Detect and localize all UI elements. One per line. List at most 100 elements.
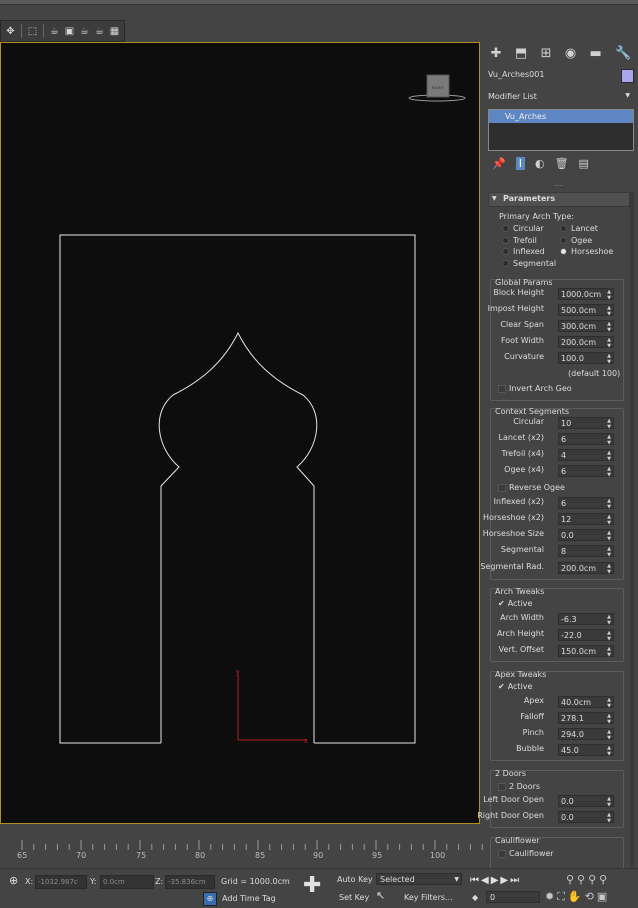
cauliflower-checkbox[interactable]: Cauliflower bbox=[498, 849, 554, 858]
key-icon[interactable]: ↖ bbox=[376, 889, 385, 902]
param-spinner[interactable]: 45.0 ▲ ▼ bbox=[558, 744, 614, 757]
spinner-arrows-icon[interactable]: ▲ ▼ bbox=[607, 812, 611, 824]
key-filters-button[interactable]: Key Filters... bbox=[404, 893, 453, 902]
param-spinner[interactable]: 500.0cm ▲ ▼ bbox=[558, 304, 614, 317]
z-coordinate-field[interactable]: -35.836cm bbox=[165, 875, 215, 889]
add-time-tag-button[interactable]: Add Time Tag bbox=[222, 894, 276, 903]
param-spinner[interactable]: 1000.0cm ▲ ▼ bbox=[558, 288, 614, 301]
spinner-arrows-icon[interactable]: ▲ ▼ bbox=[607, 321, 611, 333]
move-icon[interactable]: ✥ bbox=[4, 25, 17, 38]
two-doors-checkbox[interactable]: 2 Doors bbox=[498, 782, 540, 791]
param-spinner[interactable]: 0.0 ▲ ▼ bbox=[558, 795, 614, 808]
parameters-rollout-header[interactable]: ▼ Parameters bbox=[488, 192, 630, 207]
render-icon[interactable]: ☕ bbox=[78, 25, 91, 38]
param-spinner[interactable]: 4 ▲ ▼ bbox=[558, 449, 614, 462]
spinner-arrows-icon[interactable]: ▲ ▼ bbox=[607, 530, 611, 542]
zoom-icon[interactable]: ⚲⚲⚲⚲ bbox=[566, 873, 610, 886]
radio-inflexed[interactable]: Inflexed bbox=[502, 247, 545, 256]
invert-arch-geo-checkbox[interactable]: Invert Arch Geo bbox=[498, 384, 572, 393]
param-spinner[interactable]: 150.0cm ▲ ▼ bbox=[558, 645, 614, 658]
radio-lancet[interactable]: Lancet bbox=[560, 224, 598, 233]
spinner-arrows-icon[interactable]: ▲ ▼ bbox=[607, 466, 611, 478]
radio-circular[interactable]: Circular bbox=[502, 224, 544, 233]
param-spinner[interactable]: 300.0cm ▲ ▼ bbox=[558, 320, 614, 333]
hierarchy-tab-icon[interactable]: ⊞ bbox=[541, 46, 552, 61]
teapot-icon[interactable]: ☕ bbox=[48, 25, 61, 38]
spinner-arrows-icon[interactable]: ▲ ▼ bbox=[607, 305, 611, 317]
param-spinner[interactable]: 200.0cm ▲ ▼ bbox=[558, 336, 614, 349]
orbit-icon[interactable]: ✹⛶✋⟲▣ bbox=[545, 890, 610, 904]
param-spinner[interactable]: 12 ▲ ▼ bbox=[558, 513, 614, 526]
auto-key-button[interactable]: Auto Key bbox=[337, 875, 373, 884]
spinner-arrows-icon[interactable]: ▲ ▼ bbox=[607, 697, 611, 709]
param-spinner[interactable]: 6 ▲ ▼ bbox=[558, 497, 614, 510]
spinner-arrows-icon[interactable]: ▲ ▼ bbox=[607, 630, 611, 642]
param-spinner[interactable]: -6.3 ▲ ▼ bbox=[558, 613, 614, 626]
radio-ogee[interactable]: Ogee bbox=[560, 236, 592, 245]
spinner-arrows-icon[interactable]: ▲ ▼ bbox=[607, 353, 611, 365]
spinner-arrows-icon[interactable]: ▲ ▼ bbox=[607, 546, 611, 558]
utilities-tab-icon[interactable]: 🔧 bbox=[615, 46, 631, 61]
spinner-arrows-icon[interactable]: ▲ ▼ bbox=[607, 434, 611, 446]
grid-icon[interactable]: ▦ bbox=[108, 25, 121, 38]
radio-segmental[interactable]: Segmental bbox=[502, 259, 556, 268]
spinner-arrows-icon[interactable]: ▲ ▼ bbox=[607, 418, 611, 430]
param-spinner[interactable]: -22.0 ▲ ▼ bbox=[558, 629, 614, 642]
spinner-arrows-icon[interactable]: ▲ ▼ bbox=[607, 796, 611, 808]
arch-tweaks-active-checkbox[interactable]: ✔ Active bbox=[498, 599, 532, 608]
spinner-arrows-icon[interactable]: ▲ ▼ bbox=[607, 563, 611, 575]
param-spinner[interactable]: 294.0 ▲ ▼ bbox=[558, 728, 614, 741]
time-tag-icon[interactable]: ⊕ bbox=[203, 892, 217, 906]
configure-sets-icon[interactable]: ▤ bbox=[579, 157, 589, 170]
panel-drag-handle[interactable]: ..... bbox=[554, 181, 564, 188]
remove-modifier-icon[interactable]: 🗑 bbox=[555, 157, 569, 170]
spinner-arrows-icon[interactable]: ▲ ▼ bbox=[607, 745, 611, 757]
modifier-list-dropdown[interactable]: Modifier List ▼ bbox=[488, 92, 632, 104]
show-end-result-icon[interactable]: I bbox=[515, 157, 525, 170]
param-spinner[interactable]: 40.0cm ▲ ▼ bbox=[558, 696, 614, 709]
param-spinner[interactable]: 278.1 ▲ ▼ bbox=[558, 712, 614, 725]
y-coordinate-field[interactable]: 0.0cm bbox=[100, 875, 154, 889]
pin-stack-icon[interactable]: 📌 bbox=[492, 157, 506, 170]
time-ruler[interactable]: 65 70 75 80 85 90 95 100 bbox=[0, 826, 484, 868]
spinner-arrows-icon[interactable]: ▲ ▼ bbox=[607, 614, 611, 626]
render-active-icon[interactable]: ☕ bbox=[93, 25, 106, 38]
spinner-arrows-icon[interactable]: ▲ ▼ bbox=[607, 337, 611, 349]
motion-tab-icon[interactable]: ◉ bbox=[565, 46, 576, 61]
modifier-stack-item[interactable]: Vu_Arches bbox=[489, 110, 633, 123]
selection-set-dropdown[interactable]: Selected ▼ bbox=[376, 873, 462, 885]
display-tab-icon[interactable]: ▬ bbox=[590, 46, 602, 61]
spinner-arrows-icon[interactable]: ▲ ▼ bbox=[607, 289, 611, 301]
render-frame-icon[interactable]: ▣ bbox=[63, 25, 76, 38]
spinner-arrows-icon[interactable]: ▲ ▼ bbox=[607, 514, 611, 526]
key-mode-plus-icon[interactable]: ✚ bbox=[303, 875, 321, 897]
object-color-swatch[interactable] bbox=[621, 69, 634, 83]
radio-trefoil[interactable]: Trefoil bbox=[502, 236, 537, 245]
object-name-field[interactable]: Vu_Arches001 bbox=[488, 70, 616, 82]
playback-controls[interactable]: ⏮◀▶▶⏭ bbox=[470, 875, 521, 886]
set-key-button[interactable]: Set Key bbox=[339, 893, 369, 902]
panel-scrollbar[interactable] bbox=[630, 192, 634, 868]
reverse-ogee-checkbox[interactable]: Reverse Ogee bbox=[498, 483, 565, 492]
param-spinner[interactable]: 6 ▲ ▼ bbox=[558, 465, 614, 478]
current-frame-field[interactable]: 0 bbox=[486, 891, 540, 903]
spinner-arrows-icon[interactable]: ▲ ▼ bbox=[607, 498, 611, 510]
create-tab-icon[interactable]: ✚ bbox=[491, 46, 502, 61]
param-spinner[interactable]: 200.0cm ▲ ▼ bbox=[558, 562, 614, 575]
param-spinner[interactable]: 8 ▲ ▼ bbox=[558, 545, 614, 558]
apex-tweaks-active-checkbox[interactable]: ✔ Active bbox=[498, 682, 532, 691]
spinner-arrows-icon[interactable]: ▲ ▼ bbox=[607, 646, 611, 658]
absolute-mode-icon[interactable]: ⊕ bbox=[9, 874, 18, 887]
param-spinner[interactable]: 0.0 ▲ ▼ bbox=[558, 811, 614, 824]
x-coordinate-field[interactable]: -1032.987c bbox=[35, 875, 87, 889]
spinner-arrows-icon[interactable]: ▲ ▼ bbox=[607, 450, 611, 462]
spinner-arrows-icon[interactable]: ▲ ▼ bbox=[607, 713, 611, 725]
viewcube[interactable]: RIGHT bbox=[408, 74, 466, 102]
viewport-right[interactable]: RIGHT y x bbox=[0, 42, 480, 824]
radio-horseshoe[interactable]: Horseshoe bbox=[560, 247, 613, 256]
param-spinner[interactable]: 100.0 ▲ ▼ bbox=[558, 352, 614, 365]
modify-tab-icon[interactable]: ⬒ bbox=[515, 46, 527, 61]
param-spinner[interactable]: 6 ▲ ▼ bbox=[558, 433, 614, 446]
param-spinner[interactable]: 10 ▲ ▼ bbox=[558, 417, 614, 430]
spinner-arrows-icon[interactable]: ▲ ▼ bbox=[607, 729, 611, 741]
